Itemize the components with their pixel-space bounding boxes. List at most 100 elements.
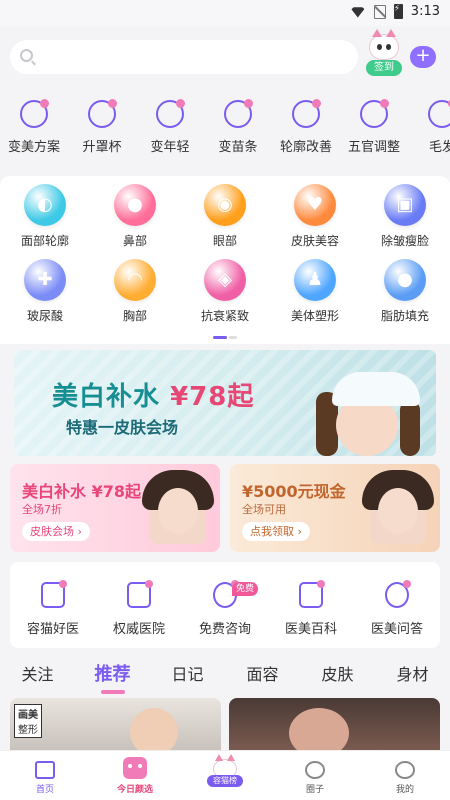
doctor-icon	[41, 580, 67, 608]
promo-banner[interactable]: 美白补水 ¥78起 特惠一皮肤会场	[14, 350, 436, 456]
topcat-bra[interactable]: 升罩杯	[68, 94, 136, 174]
hair-icon	[428, 99, 450, 128]
category-label: 眼部	[212, 234, 237, 248]
tab-diary[interactable]: 日记	[150, 656, 225, 696]
search-input[interactable]	[10, 40, 358, 74]
category-label: 除皱瘦脸	[380, 234, 429, 248]
promo-model-image	[362, 470, 434, 544]
hospital-icon	[127, 580, 153, 608]
nav-ranking[interactable]: 容猫榜	[180, 751, 270, 800]
promo-card-whitening[interactable]: 美白补水 ¥78起 全场7折 皮肤会场 ›	[10, 464, 220, 552]
category-item[interactable]: ◠ 胸部	[90, 259, 180, 324]
category-item[interactable]: ◉ 眼部	[180, 184, 270, 249]
bra-icon	[88, 99, 117, 128]
nav-home[interactable]: 首页	[0, 751, 90, 800]
face-outline-icon	[292, 99, 321, 128]
category-icon: ✚	[24, 259, 66, 301]
feed-image	[289, 708, 349, 750]
status-time: 3:13	[410, 4, 440, 19]
service-card: 容猫好医 权威医院 免费 免费咨询 医美百科 医美问答	[10, 562, 440, 648]
category-icon: ♥	[294, 184, 336, 226]
service-qa[interactable]: 医美问答	[354, 562, 440, 648]
nav-today[interactable]: 今日颜选	[90, 751, 180, 800]
nav-circle[interactable]: 圈子	[270, 751, 360, 800]
service-label: 容猫好医	[26, 622, 79, 637]
promo-title: 美白补水 ¥78起	[22, 482, 141, 501]
banner-subtitle: 特惠一皮肤会场	[66, 418, 179, 437]
category-icon: ●	[384, 259, 426, 301]
topcat-plan[interactable]: 变美方案	[0, 94, 68, 174]
today-pick-icon	[123, 757, 147, 779]
feed-card[interactable]: 画美 整形	[10, 698, 221, 750]
free-badge: 免费	[232, 582, 259, 596]
circle-icon	[305, 761, 325, 779]
category-grid: ◐ 面部轮廓 ● 鼻部 ◉ 眼部 ♥ 皮肤美容 ▣ 除皱瘦脸 ✚ 玻尿酸 ◠ 胸部 ◈ 抗衰紧致 ♟ 美体塑形 ● 脂…	[0, 184, 450, 324]
status-bar: 3:13	[0, 0, 450, 26]
checkin-button[interactable]: 签到	[366, 29, 402, 78]
nav-profile[interactable]: 我的	[360, 751, 450, 800]
tab-skin[interactable]: 皮肤	[300, 656, 375, 696]
header: 签到 +	[0, 26, 450, 94]
category-label: 脂肪填充	[380, 309, 429, 323]
service-label: 权威医院	[112, 622, 165, 637]
category-icon: ♟	[294, 259, 336, 301]
category-item[interactable]: ✚ 玻尿酸	[0, 259, 90, 324]
wifi-icon	[349, 7, 366, 18]
promo-button[interactable]: 点我领取 ›	[242, 522, 310, 541]
promo-model-image	[142, 470, 214, 544]
category-label: 玻尿酸	[26, 309, 63, 323]
category-icon: ●	[114, 184, 156, 226]
category-icon: ▣	[384, 184, 426, 226]
promo-title: ¥5000元现金	[242, 482, 346, 501]
promo-card-cash[interactable]: ¥5000元现金 全场可用 点我领取 ›	[230, 464, 440, 552]
topcat-label: 轮廓改善	[279, 140, 332, 155]
top-category-row: 变美方案 升罩杯 变年轻 变苗条 轮廓改善 五官调整 毛发	[0, 94, 450, 174]
plus-button[interactable]: +	[410, 46, 436, 68]
promo-button[interactable]: 皮肤会场 ›	[22, 522, 90, 541]
topcat-contour[interactable]: 轮廓改善	[272, 94, 340, 174]
service-label: 免费咨询	[198, 622, 251, 637]
home-icon	[35, 761, 55, 779]
category-item[interactable]: ♟ 美体塑形	[270, 259, 360, 324]
category-icon: ◐	[24, 184, 66, 226]
no-sim-icon	[373, 4, 386, 19]
service-consult[interactable]: 免费 免费咨询	[182, 562, 268, 648]
nav-label: 圈子	[305, 785, 324, 795]
service-hospital[interactable]: 权威医院	[96, 562, 182, 648]
tab-face[interactable]: 面容	[225, 656, 300, 696]
category-item[interactable]: ◈ 抗衰紧致	[180, 259, 270, 324]
category-label: 胸部	[122, 309, 147, 323]
nav-label: 首页	[35, 785, 54, 795]
bottom-nav: 首页 今日颜选 容猫榜 圈子 我的	[0, 750, 450, 800]
topcat-label: 变年轻	[150, 140, 190, 155]
feed-brand-tag: 画美 整形	[14, 704, 42, 738]
topcat-label: 变苗条	[218, 140, 258, 155]
profile-icon	[395, 761, 415, 779]
category-icon: ◠	[114, 259, 156, 301]
category-label: 鼻部	[122, 234, 147, 248]
category-icon: ◈	[204, 259, 246, 301]
tab-body[interactable]: 身材	[375, 656, 450, 696]
feed-card[interactable]	[229, 698, 440, 750]
topcat-label: 五官调整	[347, 140, 400, 155]
category-panel: ◐ 面部轮廓 ● 鼻部 ◉ 眼部 ♥ 皮肤美容 ▣ 除皱瘦脸 ✚ 玻尿酸 ◠ 胸部 ◈ 抗衰紧致 ♟ 美体塑形 ● 脂…	[0, 176, 450, 344]
nav-label: 我的	[395, 785, 414, 795]
service-wiki[interactable]: 医美百科	[268, 562, 354, 648]
topcat-younger[interactable]: 变年轻	[136, 94, 204, 174]
service-doctor[interactable]: 容猫好医	[10, 562, 96, 648]
tab-recommend[interactable]: 推荐	[75, 656, 150, 696]
promo-sub: 全场7折	[22, 503, 62, 516]
battery-icon	[393, 4, 403, 19]
category-item[interactable]: ♥ 皮肤美容	[270, 184, 360, 249]
category-item[interactable]: ◐ 面部轮廓	[0, 184, 90, 249]
category-item[interactable]: ▣ 除皱瘦脸	[360, 184, 450, 249]
category-item[interactable]: ● 脂肪填充	[360, 259, 450, 324]
topcat-features[interactable]: 五官调整	[340, 94, 408, 174]
feed-list: 画美 整形	[10, 698, 440, 750]
book-icon	[299, 580, 325, 608]
tab-follow[interactable]: 关注	[0, 656, 75, 696]
topcat-hair[interactable]: 毛发	[408, 94, 450, 174]
category-label: 皮肤美容	[290, 234, 339, 248]
topcat-slim[interactable]: 变苗条	[204, 94, 272, 174]
category-item[interactable]: ● 鼻部	[90, 184, 180, 249]
